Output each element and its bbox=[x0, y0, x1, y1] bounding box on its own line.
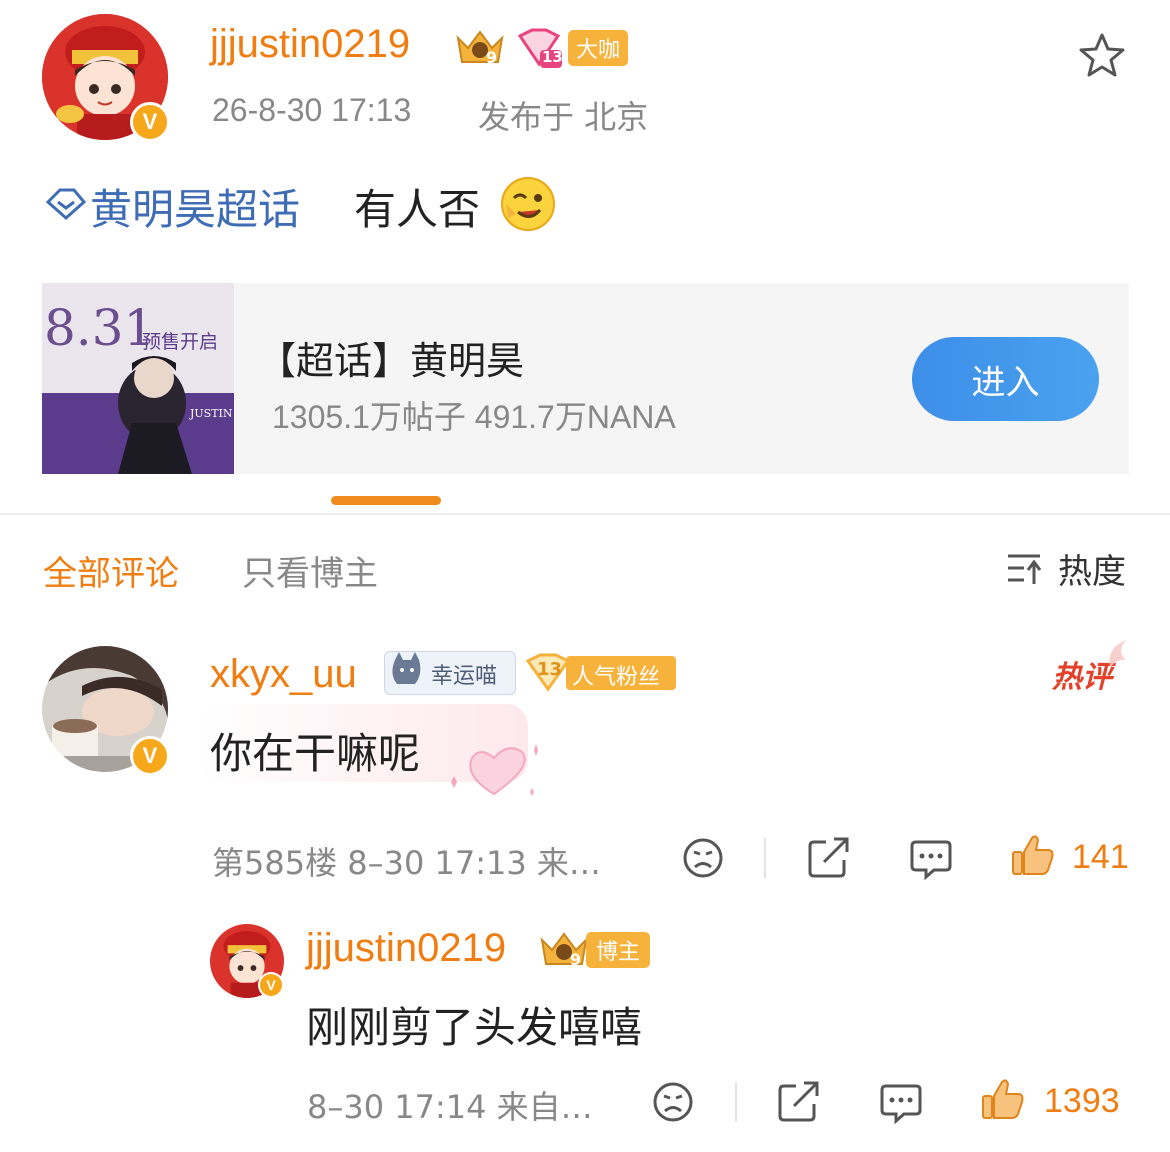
hot-flame-icon bbox=[1096, 638, 1130, 678]
reply-like-count: 1393 bbox=[1044, 1082, 1120, 1120]
like-thumb-icon[interactable] bbox=[980, 1076, 1026, 1122]
topic-icon bbox=[44, 184, 88, 224]
fan-level-number: 13 bbox=[537, 659, 563, 680]
like-count: 141 bbox=[1072, 838, 1129, 876]
carousel-indicator bbox=[331, 496, 441, 505]
verified-badge-icon: V bbox=[130, 102, 170, 142]
share-icon[interactable] bbox=[806, 834, 852, 880]
verified-badge-icon: V bbox=[258, 972, 284, 998]
dislike-face-icon[interactable] bbox=[651, 1080, 695, 1124]
sort-icon bbox=[1008, 554, 1042, 584]
wink-emoji-icon bbox=[498, 174, 558, 232]
commenter-name[interactable]: xkyx_uu bbox=[210, 652, 357, 697]
reply-meta: 8–30 17:14 来自… bbox=[307, 1088, 593, 1126]
tab-all-comments[interactable]: 全部评论 bbox=[43, 546, 179, 595]
post-location: 发布于 北京 bbox=[478, 98, 649, 136]
comment-icon[interactable] bbox=[908, 836, 954, 881]
enter-button-label: 进入 bbox=[971, 362, 1040, 403]
supertopic-title: 【超话】黄明昊 bbox=[258, 339, 525, 383]
comment-text: 你在干嘛呢 bbox=[210, 729, 421, 778]
post-text: 有人否 bbox=[354, 185, 481, 234]
fan-level-badge: 13 人气粉丝 bbox=[524, 653, 676, 692]
action-separator bbox=[764, 838, 766, 878]
topic-link[interactable]: 黄明昊超话 bbox=[90, 176, 300, 237]
comment-icon[interactable] bbox=[878, 1080, 924, 1125]
poster-subtitle: 预售开启 bbox=[142, 331, 219, 353]
vip-badge: 大咖 bbox=[568, 30, 629, 66]
cat-icon bbox=[392, 652, 421, 684]
reply-crown-icon: 9 bbox=[536, 928, 592, 972]
enter-button[interactable]: 进入 bbox=[912, 337, 1099, 421]
comment-meta: 第585楼 8–30 17:13 来… bbox=[212, 844, 601, 882]
action-separator bbox=[735, 1082, 737, 1122]
author-badge: 博主 bbox=[586, 932, 651, 968]
dislike-face-icon[interactable] bbox=[681, 836, 725, 880]
reply-text: 刚刚剪了头发嘻嘻 bbox=[306, 1003, 643, 1052]
diamond-level-number: 13 bbox=[542, 48, 563, 66]
author-name[interactable]: jjjustin0219 bbox=[210, 22, 410, 67]
supertopic-poster: 8.31 预售开启 JUSTIN bbox=[42, 283, 234, 474]
poster-name: JUSTIN bbox=[190, 407, 233, 420]
supertopic-stats: 1305.1万帖子 491.7万NANA bbox=[272, 399, 676, 435]
sort-button[interactable]: 热度 bbox=[1004, 544, 1128, 592]
post-time: 26-8-30 17:13 bbox=[212, 92, 412, 128]
tab-author-only[interactable]: 只看博主 bbox=[242, 546, 378, 595]
reply-author-name[interactable]: jjjustin0219 bbox=[306, 926, 506, 971]
star-icon[interactable] bbox=[1076, 30, 1128, 82]
section-divider bbox=[0, 513, 1170, 515]
lucky-cat-label: 幸运喵 bbox=[431, 664, 498, 689]
sort-label: 热度 bbox=[1058, 552, 1126, 592]
verified-badge-icon: V bbox=[130, 736, 170, 776]
crown-level-number: 9 bbox=[486, 48, 498, 67]
poster-date: 8.31 bbox=[44, 299, 156, 357]
crown-level-icon: 9 bbox=[452, 26, 508, 70]
heart-decoration-icon bbox=[444, 736, 548, 800]
share-icon[interactable] bbox=[776, 1078, 822, 1124]
like-thumb-icon[interactable] bbox=[1010, 832, 1056, 878]
diamond-level-icon: 13 bbox=[514, 28, 564, 70]
reply-crown-level: 9 bbox=[570, 950, 582, 969]
fan-badge-label: 人气粉丝 bbox=[572, 665, 661, 690]
lucky-cat-badge: 幸运喵 bbox=[384, 651, 516, 695]
